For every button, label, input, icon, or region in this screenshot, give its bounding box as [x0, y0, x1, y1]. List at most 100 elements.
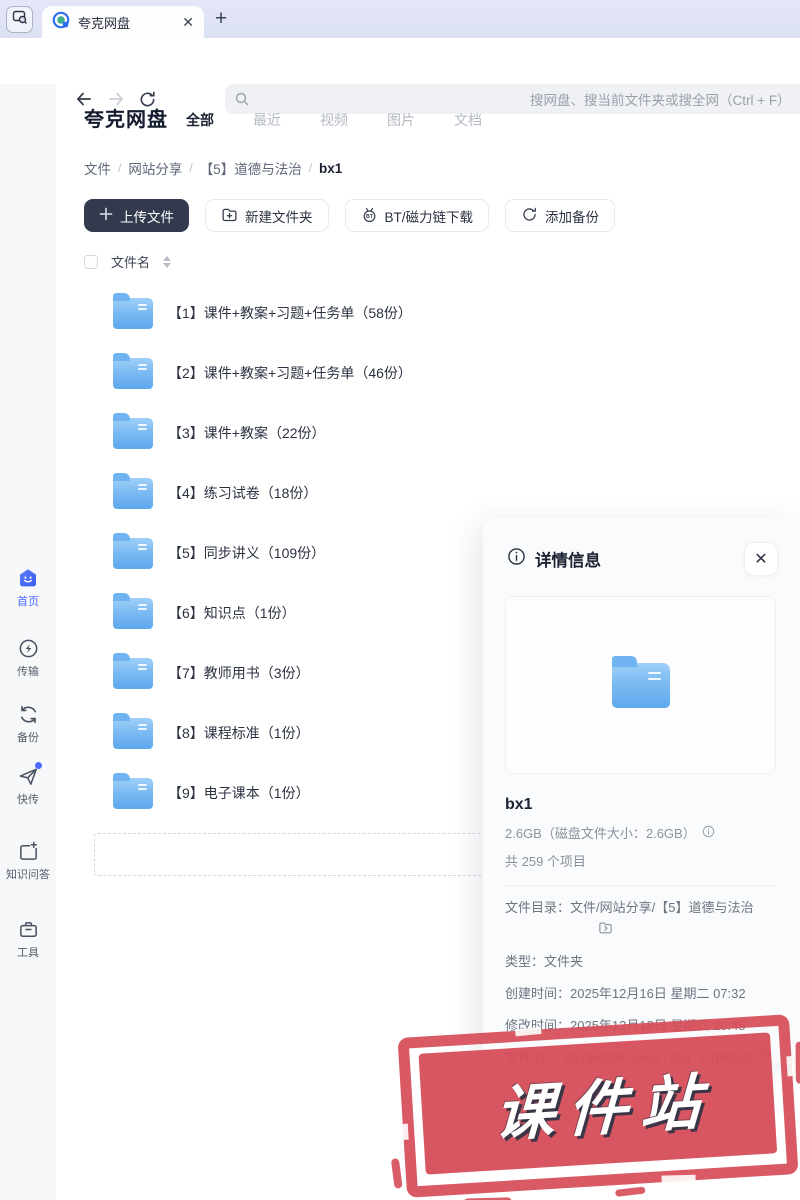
file-name: 【2】课件+教案+习题+任务单（46份）: [168, 365, 412, 381]
new-tab-button[interactable]: +: [206, 4, 236, 34]
toolbar: 上传文件 新建文件夹 BT BT/磁力链下载 添加备份: [84, 199, 616, 232]
detail-size-line: 2.6GB（磁盘文件大小：2.6GB）: [505, 823, 778, 842]
file-name: 【6】知识点（1份）: [168, 605, 296, 621]
folder-preview: [505, 596, 776, 774]
folder-icon: [113, 712, 153, 749]
sidebar-item-qa[interactable]: 知识问答: [0, 839, 56, 882]
fast-send-badge: [35, 762, 42, 769]
sidebar-label-backup: 备份: [17, 732, 39, 744]
new-folder-button[interactable]: 新建文件夹: [205, 199, 329, 232]
tab-video[interactable]: 视频: [320, 110, 348, 130]
panel-divider: [505, 885, 778, 886]
created-label: 创建时间：: [505, 985, 571, 1001]
tab-close-icon[interactable]: ✕: [182, 15, 194, 29]
folder-icon: [113, 352, 153, 389]
quark-drive-window: 夸克网盘 ✕ + 搜网盘、搜当前文件夹或搜全网（Ctrl + F） 首页 传输 …: [0, 0, 800, 1200]
app-title: 夸克网盘: [84, 109, 168, 131]
detail-panel-title: 详情信息: [535, 552, 601, 570]
breadcrumb-share[interactable]: 网站分享: [128, 158, 182, 178]
sidebar-label-home: 首页: [17, 596, 39, 608]
stamp-body: 课件站: [418, 1032, 778, 1175]
folder-icon: [113, 652, 153, 689]
folder-icon: [113, 772, 153, 809]
table-row[interactable]: 【4】练习试卷（18份）: [84, 463, 504, 523]
tab-recent[interactable]: 最近: [253, 110, 281, 130]
table-row[interactable]: 【9】电子课本（1份）: [84, 763, 504, 823]
created-value: 2025年12月16日 星期二 07:32: [570, 985, 746, 1001]
breadcrumb-separator: /: [118, 161, 122, 175]
bt-download-label: BT/磁力链下载: [384, 209, 474, 225]
transfer-icon: [16, 636, 40, 660]
detail-count-line: 共 259 个项目: [505, 854, 586, 869]
table-row[interactable]: 【5】同步讲义（109份）: [84, 523, 504, 583]
new-folder-label: 新建文件夹: [245, 209, 313, 225]
file-list: 【1】课件+教案+习题+任务单（58份） 【2】课件+教案+习题+任务单（46份…: [84, 283, 504, 823]
category-tabs: 全部 最近 视频 图片 文档: [186, 110, 482, 130]
upload-button[interactable]: 上传文件: [84, 199, 189, 232]
upload-label: 上传文件: [120, 209, 174, 225]
breadcrumb-morality[interactable]: 【5】道德与法治: [200, 158, 302, 178]
file-name: 【4】练习试卷（18份）: [168, 485, 318, 501]
table-row[interactable]: 【2】课件+教案+习题+任务单（46份）: [84, 343, 504, 403]
table-row[interactable]: 【3】课件+教案（22份）: [84, 403, 504, 463]
bt-download-button[interactable]: BT BT/磁力链下载: [344, 199, 490, 232]
svg-text:BT: BT: [365, 214, 373, 220]
goto-folder-icon[interactable]: [598, 920, 778, 940]
file-name: 【9】电子课本（1份）: [168, 785, 310, 801]
directory-label: 文件目录：: [505, 900, 571, 915]
backup-icon: [16, 702, 40, 726]
file-name: 【5】同步讲义（109份）: [168, 545, 326, 561]
directory-value: 文件/网站分享/【5】道德与法治: [570, 900, 754, 915]
folder-preview-icon: [611, 655, 670, 708]
circular-arrows-icon: [521, 206, 538, 226]
browser-tab-active[interactable]: 夸克网盘 ✕: [42, 6, 204, 38]
watermark-stamp: 课件站: [390, 1014, 800, 1200]
folder-icon: [113, 532, 153, 569]
sidebar: 首页 传输 备份 快传 知识问答 工具: [0, 84, 56, 1200]
sidebar-item-transfer[interactable]: 传输: [0, 636, 56, 679]
sidebar-item-backup[interactable]: 备份: [0, 702, 56, 745]
breadcrumb-files[interactable]: 文件: [84, 158, 111, 178]
table-row[interactable]: 【7】教师用书（3份）: [84, 643, 504, 703]
folder-icon: [113, 472, 153, 509]
size-info-icon[interactable]: [702, 825, 715, 841]
breadcrumb-current: bx1: [319, 160, 343, 176]
tab-search-icon: [12, 9, 28, 30]
sidebar-label-transfer: 传输: [17, 666, 39, 678]
browser-tabstrip: 夸克网盘 ✕ +: [0, 0, 800, 38]
bt-magnet-icon: BT: [361, 206, 378, 226]
file-name: 【1】课件+教案+习题+任务单（58份）: [168, 305, 412, 321]
tab-all[interactable]: 全部: [186, 110, 214, 130]
type-label: 类型：: [505, 953, 545, 969]
folder-icon: [113, 412, 153, 449]
filename-column-header: 文件名: [111, 255, 151, 270]
tab-search-button[interactable]: [6, 6, 33, 33]
file-name: 【7】教师用书（3份）: [168, 665, 310, 681]
detail-directory-line: 文件目录：文件/网站分享/【5】道德与法治: [505, 899, 778, 918]
tab-docs[interactable]: 文档: [454, 110, 482, 130]
sort-icon[interactable]: [163, 255, 172, 268]
sidebar-item-home[interactable]: 首页: [0, 566, 56, 609]
detail-type-line: 类型：文件夹: [505, 953, 778, 972]
tab-image[interactable]: 图片: [387, 110, 415, 130]
table-row[interactable]: 【6】知识点（1份）: [84, 583, 504, 643]
folder-icon: [113, 292, 153, 329]
detail-panel: 详情信息 ✕ bx1 2.6GB（磁盘文件大小：2.6GB） 共 259 个项目…: [483, 518, 800, 1065]
close-icon[interactable]: ✕: [744, 542, 778, 576]
breadcrumb-separator: /: [308, 161, 313, 175]
info-icon: [507, 547, 526, 571]
browser-navbar: 搜网盘、搜当前文件夹或搜全网（Ctrl + F）: [0, 38, 800, 114]
table-row[interactable]: 【1】课件+教案+习题+任务单（58份）: [84, 283, 504, 343]
tab-title: 夸克网盘: [78, 15, 131, 31]
knowledge-qa-icon: [16, 839, 40, 863]
add-backup-button[interactable]: 添加备份: [505, 199, 616, 232]
add-backup-label: 添加备份: [545, 209, 600, 225]
table-row[interactable]: 【8】课程标准（1份）: [84, 703, 504, 763]
folder-plus-icon: [221, 206, 238, 226]
sidebar-item-tools[interactable]: 工具: [0, 917, 56, 960]
detail-created-line: 创建时间：2025年12月16日 星期二 07:32: [505, 985, 778, 1004]
sidebar-item-fast-send[interactable]: 快传: [0, 762, 56, 807]
select-all-checkbox[interactable]: [84, 254, 98, 269]
detail-file-name: bx1: [505, 796, 533, 813]
search-placeholder: 搜网盘、搜当前文件夹或搜全网（Ctrl + F）: [530, 93, 791, 108]
